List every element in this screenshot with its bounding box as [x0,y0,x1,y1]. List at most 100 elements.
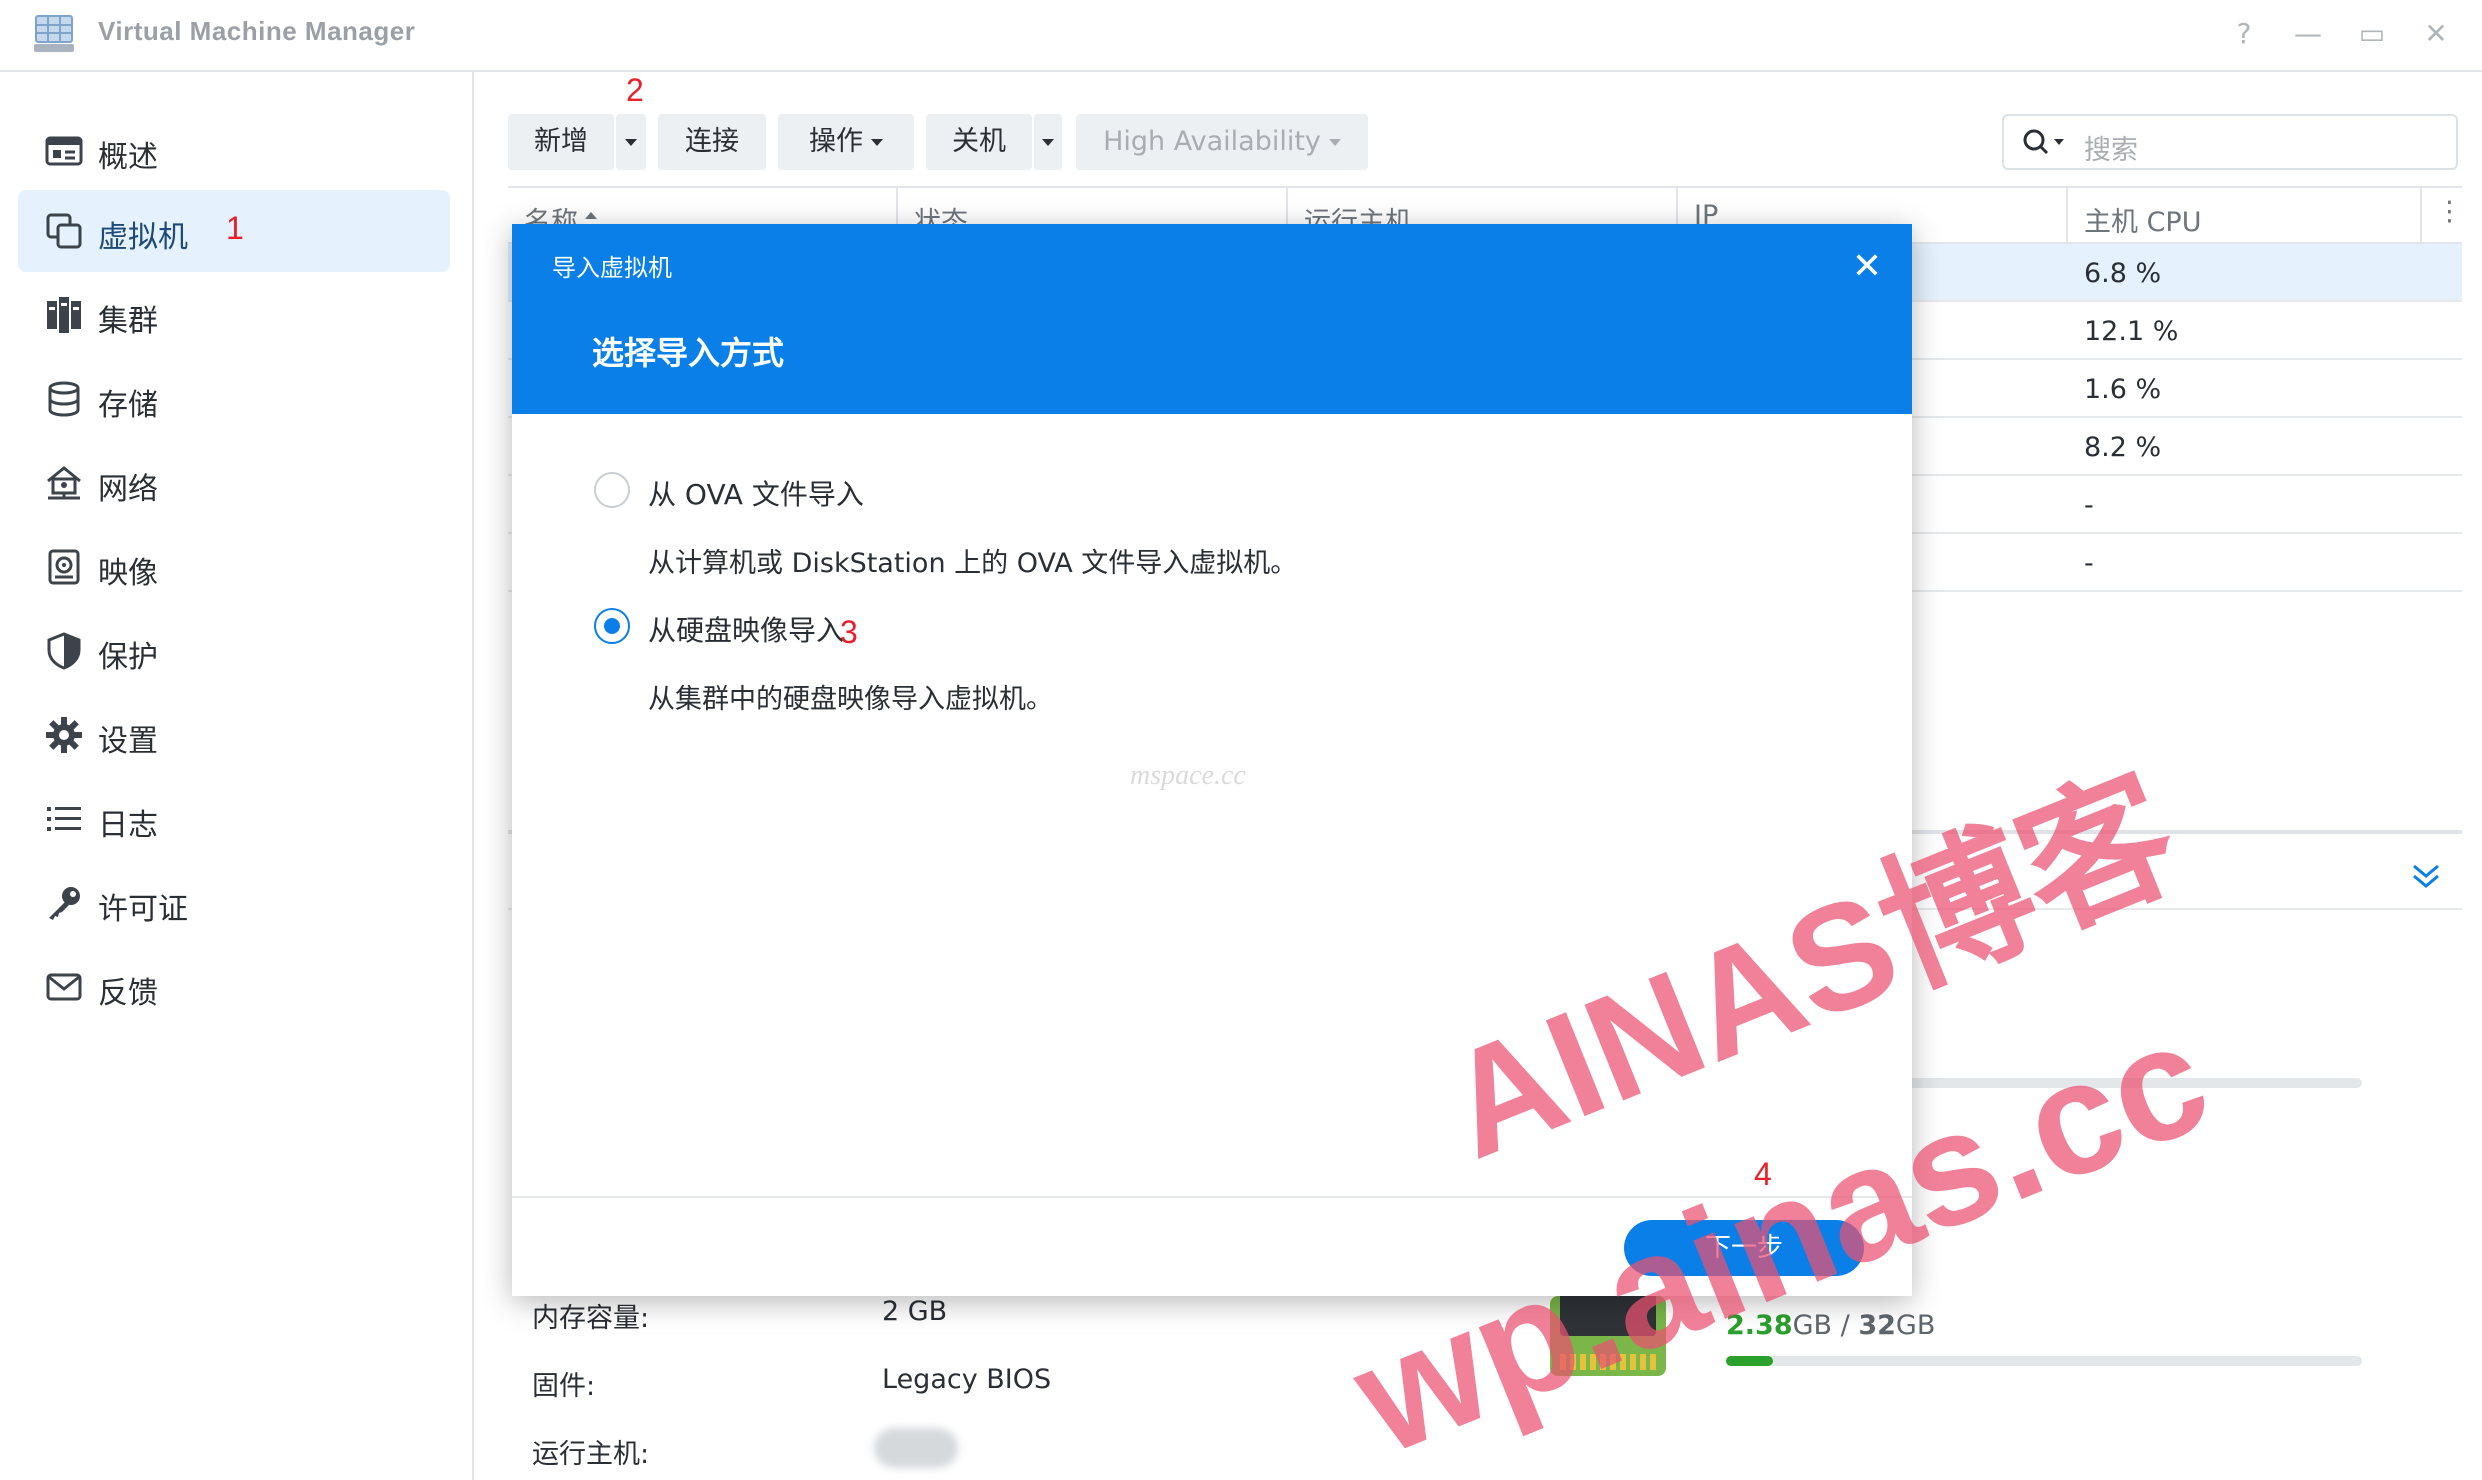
host-cpu-value: 1.6 % [2084,374,2162,405]
host-cpu-value: 12.1 % [2084,316,2179,347]
sidebar-item-storage[interactable]: 存储 [18,358,450,440]
sort-ascending-icon [585,212,597,219]
sidebar-item-label: 概述 [98,140,158,175]
high-availability-button[interactable]: High Availability [1076,114,1368,170]
vmm-app-icon [34,15,74,52]
log-list-icon [47,807,81,831]
column-host-cpu[interactable]: 主机 CPU [2084,200,2201,239]
sidebar-item-settings[interactable]: 设置 [18,694,450,776]
sidebar-item-label: 存储 [98,388,158,423]
connect-button[interactable]: 连接 [658,114,766,170]
option-disk-image-description: 从集群中的硬盘映像导入虚拟机。 [648,684,1053,715]
sidebar-item-feedback[interactable]: 反馈 [18,946,450,1028]
gear-icon [46,717,82,753]
radio-import-ova[interactable] [594,472,630,508]
memory-total-unit: GB [1895,1310,1936,1341]
memory-label: 内存容量: [532,1303,650,1334]
host-cpu-value: - [2084,548,2094,579]
memory-usage-text: 2.38GB / 32GB [1726,1310,1935,1341]
memory-usage-bar [1726,1356,2362,1366]
sidebar-item-label: 日志 [98,808,158,843]
faint-watermark: mspace.cc [1130,760,1246,791]
sidebar-item-label: 虚拟机 [98,220,188,255]
sidebar-item-label: 保护 [98,640,158,675]
network-icon [47,466,81,500]
dialog-subtitle: 选择导入方式 [592,334,785,372]
radio-import-disk-image[interactable] [594,608,630,644]
app-title: Virtual Machine Manager [98,16,416,46]
minimize-button[interactable]: — [2288,14,2328,54]
sidebar-item-label: 反馈 [98,976,158,1011]
column-options-icon[interactable]: ⋮ [2436,196,2463,227]
sidebar-item-log[interactable]: 日志 [18,778,450,860]
close-icon[interactable]: ✕ [1844,244,1890,290]
search-placeholder: 搜索 [2084,135,2138,166]
chevron-down-icon [1042,139,1054,146]
host-cpu-value: 6.8 % [2084,258,2162,289]
chevron-down-icon [871,139,883,146]
annotation-step-1: 1 [226,210,244,246]
import-vm-dialog: 导入虚拟机 选择导入方式 ✕ 从 OVA 文件导入 从计算机或 DiskStat… [512,224,1912,1296]
shield-icon [47,632,81,670]
maximize-button[interactable]: ▭ [2352,14,2392,54]
column-divider [2066,188,2068,244]
sidebar-item-network[interactable]: 网络 [18,442,450,524]
search-icon [2023,129,2064,155]
dialog-title: 导入虚拟机 [552,254,672,282]
option-disk-image-label[interactable]: 从硬盘映像导入 [648,609,844,649]
option-ova-label[interactable]: 从 OVA 文件导入 [648,473,864,513]
high-availability-label: High Availability [1103,126,1321,157]
sidebar-item-label: 许可证 [98,892,188,927]
virtual-machine-icon [46,213,82,249]
action-label: 操作 [809,126,863,157]
chevron-down-icon [625,139,637,146]
new-dropdown-button[interactable] [616,114,646,170]
annotation-step-3: 3 [840,614,858,650]
sidebar-item-cluster[interactable]: 集群 [18,274,450,356]
sidebar-item-label: 映像 [98,556,158,591]
close-window-button[interactable]: ✕ [2416,14,2456,54]
host-cpu-value: 8.2 % [2084,432,2162,463]
chevron-down-icon [1328,139,1341,146]
sidebar-item-protection[interactable]: 保护 [18,610,450,692]
memory-value: 2 GB [882,1296,948,1327]
memory-used-unit: GB [1792,1310,1833,1341]
dialog-footer-divider [512,1196,1912,1198]
double-chevron-down-icon[interactable] [2410,862,2442,892]
mail-icon [46,973,82,1001]
title-bar: Virtual Machine Manager ? — ▭ ✕ [0,0,2482,72]
firmware-value: Legacy BIOS [882,1364,1052,1395]
sidebar: 概述 虚拟机 集群 存储 网络 映像 保护 设置 日志 许可证 反馈 1 [0,72,474,1480]
search-input[interactable]: 搜索 [2002,114,2458,170]
shutdown-dropdown-button[interactable] [1034,114,1062,170]
sidebar-item-label: 网络 [98,472,158,507]
image-icon [48,549,80,585]
sidebar-item-overview[interactable]: 概述 [18,110,450,192]
memory-total-value: 32 [1858,1310,1896,1341]
new-button[interactable]: 新增 [508,114,614,170]
overview-icon [45,136,83,166]
sidebar-item-license[interactable]: 许可证 [18,862,450,944]
host-cpu-value: - [2084,490,2094,521]
annotation-step-2: 2 [626,72,644,108]
memory-usage-fill [1726,1356,1774,1366]
column-divider [2420,188,2422,244]
sidebar-item-label: 集群 [98,304,158,339]
memory-used-value: 2.38 [1726,1310,1793,1341]
shutdown-button[interactable]: 关机 [926,114,1032,170]
annotation-step-4: 4 [1754,1156,1772,1192]
memory-separator: / [1832,1310,1859,1341]
storage-icon [48,381,80,417]
host-value-redacted [874,1428,958,1468]
sidebar-item-label: 设置 [98,724,158,759]
memory-chip-icon [1550,1290,1666,1376]
firmware-label: 固件: [532,1371,596,1402]
host-label: 运行主机: [532,1439,650,1470]
option-ova-description: 从计算机或 DiskStation 上的 OVA 文件导入虚拟机。 [648,548,1298,579]
next-button[interactable]: 下一步 [1624,1220,1864,1276]
dialog-header: 导入虚拟机 选择导入方式 ✕ [512,224,1912,414]
action-menu-button[interactable]: 操作 [778,114,914,170]
help-button[interactable]: ? [2224,14,2264,54]
sidebar-item-image[interactable]: 映像 [18,526,450,608]
key-icon [49,887,80,920]
